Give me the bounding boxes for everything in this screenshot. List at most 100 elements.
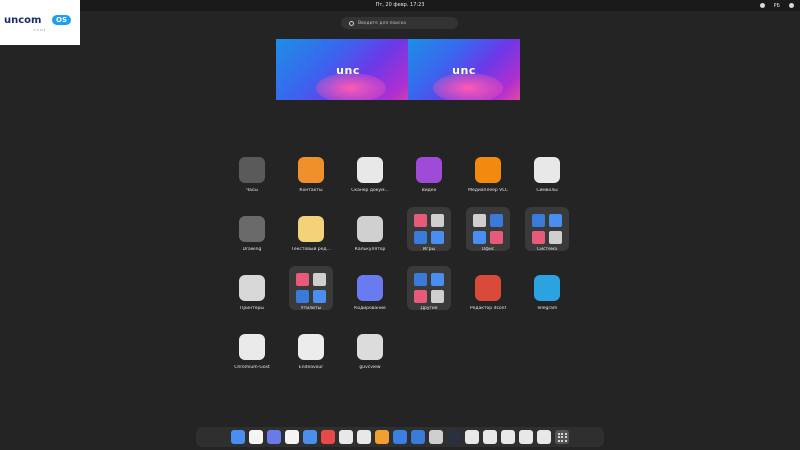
app-drawing[interactable]: Drawing: [222, 216, 282, 252]
search-input[interactable]: Введите для поиска: [341, 17, 458, 29]
app-label: Drawing: [242, 247, 262, 252]
app-webcam[interactable]: guvcview: [340, 334, 400, 370]
app-endeavour[interactable]: Endeavour: [281, 334, 341, 370]
folder-app-icon: [313, 273, 326, 286]
folder-app-icon: [414, 290, 427, 303]
contacts-icon: [298, 157, 324, 183]
document-viewer-icon[interactable]: [321, 430, 335, 444]
workspace-thumbnail-2[interactable]: unc: [408, 39, 520, 100]
web-icon[interactable]: [411, 430, 425, 444]
app-label: Контакты: [299, 188, 323, 193]
workspace-mark: unc: [336, 64, 360, 77]
show-apps-icon[interactable]: [555, 430, 569, 444]
scanner-icon: [357, 157, 383, 183]
telegram-icon: [534, 275, 560, 301]
app-label: Сканер докум...: [351, 188, 389, 193]
app-label: guvcview: [359, 365, 381, 370]
logo-word: uncom: [4, 15, 42, 26]
workspace-thumbnail-1[interactable]: unc: [276, 39, 420, 100]
app-folder-utilities[interactable]: Утилиты: [281, 266, 341, 311]
app-text-editor[interactable]: Текстовый ред...: [281, 216, 341, 252]
folder-games-icon: [407, 207, 451, 251]
accessibility-icon[interactable]: [759, 3, 765, 8]
coding-icon: [357, 275, 383, 301]
folder-app-icon: [490, 214, 503, 227]
keyboard-layout-indicator[interactable]: РБ: [774, 3, 780, 9]
folder-app-icon: [414, 214, 427, 227]
wallpaper-glow: [433, 73, 503, 100]
folder-app-icon: [549, 231, 562, 244]
app-vlc[interactable]: Медиаплеер VLC: [458, 157, 518, 193]
clock[interactable]: Пт, 20 февр. 17:23: [0, 0, 800, 11]
app-chromium-gost[interactable]: Chromium-Gost: [222, 334, 282, 370]
calendar-icon[interactable]: [285, 430, 299, 444]
clock-icon: [239, 157, 265, 183]
app-label: Игры: [422, 247, 436, 252]
store-icon[interactable]: [303, 430, 317, 444]
app-contacts[interactable]: Контакты: [281, 157, 341, 193]
app-label: Утилиты: [300, 306, 322, 311]
app-folder-office[interactable]: Офис: [458, 207, 518, 252]
app-label: Endeavour: [298, 365, 324, 370]
media-icon[interactable]: [375, 430, 389, 444]
notes-icon[interactable]: [465, 430, 479, 444]
app-label: Система: [536, 247, 558, 252]
app-folder-games[interactable]: Игры: [399, 207, 459, 252]
folder-app-icon: [296, 273, 309, 286]
folder-app-icon: [431, 231, 444, 244]
app-store-icon[interactable]: [393, 430, 407, 444]
folder-utilities-icon: [289, 266, 333, 310]
app-label: Редактор dconf: [469, 306, 507, 311]
app-label: Другие: [420, 306, 438, 311]
presentation-icon[interactable]: [357, 430, 371, 444]
system-tray[interactable]: РБ: [759, 0, 794, 11]
app-label: Калькулятор: [354, 247, 386, 252]
writer-icon[interactable]: [483, 430, 497, 444]
app-label: Медиаплеер VLC: [468, 188, 508, 193]
app-folder-other[interactable]: Другие: [399, 266, 459, 311]
folder-app-icon: [296, 290, 309, 303]
app-calculator[interactable]: Калькулятор: [340, 216, 400, 252]
files-icon[interactable]: [231, 430, 245, 444]
app-label: Telegram: [536, 306, 558, 311]
folder-app-icon: [473, 231, 486, 244]
endeavour-icon: [298, 334, 324, 360]
mail-icon[interactable]: [267, 430, 281, 444]
terminal-icon[interactable]: [447, 430, 461, 444]
webcam-icon: [357, 334, 383, 360]
dconf-editor-icon: [475, 275, 501, 301]
dock: [196, 427, 604, 447]
yandex-browser-icon[interactable]: [249, 430, 263, 444]
app-clock[interactable]: Часы: [222, 157, 282, 193]
app-video[interactable]: Видео: [399, 157, 459, 193]
characters-icon: [534, 157, 560, 183]
app-printer[interactable]: Принтеры: [222, 275, 282, 311]
app-folder-system[interactable]: Система: [517, 207, 577, 252]
video-icon: [416, 157, 442, 183]
calculator-icon: [357, 216, 383, 242]
settings-icon[interactable]: [429, 430, 443, 444]
logo-badge: OS: [52, 15, 71, 25]
app-label: Chromium-Gost: [234, 365, 270, 370]
app-label: Часы: [246, 188, 258, 193]
logo: uncom OS HOME: [0, 0, 80, 45]
chromium-gost-icon: [239, 334, 265, 360]
app-coding[interactable]: Кодирование: [340, 275, 400, 311]
app-dconf-editor[interactable]: Редактор dconf: [458, 275, 518, 311]
app-label: Текстовый ред...: [291, 247, 331, 252]
wallpaper-glow: [316, 73, 386, 100]
app-label: Видео: [421, 188, 437, 193]
top-bar: Пт, 20 февр. 17:23 РБ: [0, 0, 800, 11]
folder-app-icon: [549, 214, 562, 227]
app-telegram[interactable]: Telegram: [517, 275, 577, 311]
power-icon[interactable]: [789, 3, 794, 8]
impress-icon[interactable]: [519, 430, 533, 444]
app-characters[interactable]: Символы: [517, 157, 577, 193]
app-scanner[interactable]: Сканер докум...: [340, 157, 400, 193]
trash-icon[interactable]: [537, 430, 551, 444]
folder-system-icon: [525, 207, 569, 251]
calc-doc-icon[interactable]: [501, 430, 515, 444]
spreadsheet-icon[interactable]: [339, 430, 353, 444]
app-label: Принтеры: [240, 306, 264, 311]
folder-app-icon: [431, 290, 444, 303]
